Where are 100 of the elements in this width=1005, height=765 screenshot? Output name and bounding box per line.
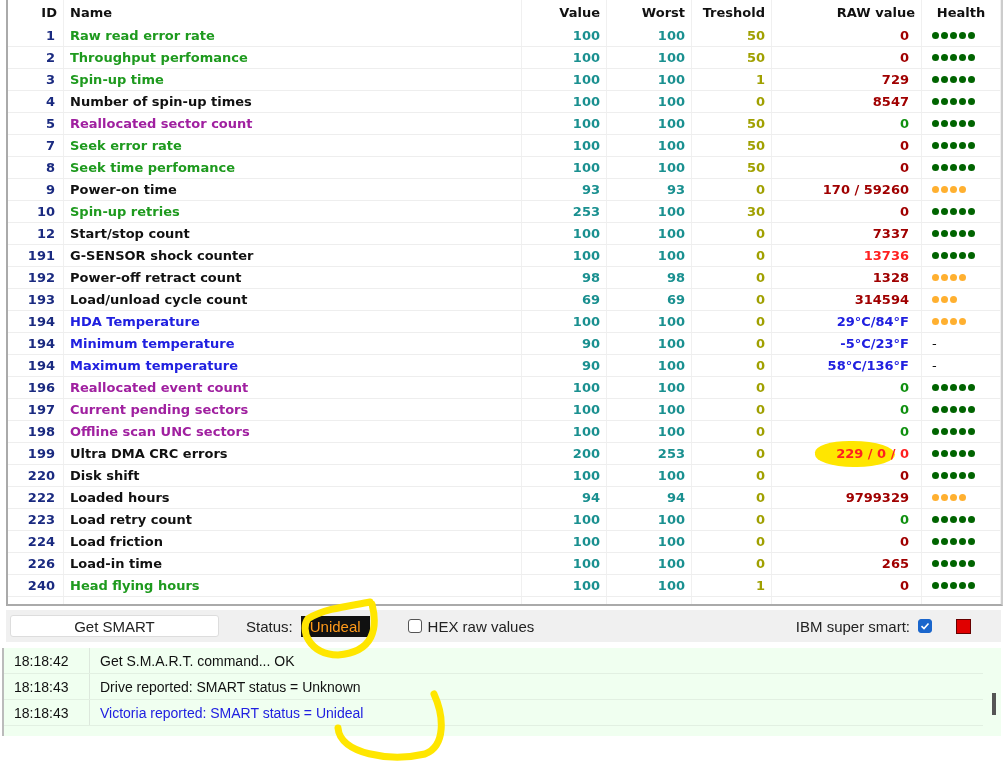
health-dot — [959, 318, 966, 325]
column-header[interactable]: Worst — [607, 0, 692, 25]
column-header[interactable]: ID — [8, 0, 64, 25]
attribute-name: Start/stop count — [64, 223, 522, 244]
worst-cell: 100 — [607, 201, 692, 222]
worst-cell: 93 — [607, 179, 692, 200]
worst-cell: 100 — [607, 377, 692, 398]
health-dot — [959, 472, 966, 479]
attribute-id: 4 — [8, 91, 64, 112]
worst-cell: 100 — [607, 47, 692, 68]
health-dot — [941, 494, 948, 501]
attribute-id: 222 — [8, 487, 64, 508]
worst-cell: 100 — [607, 355, 692, 376]
worst-cell: 100 — [607, 113, 692, 134]
value-cell: 100 — [522, 91, 607, 112]
column-header[interactable]: Treshold — [692, 0, 772, 25]
health-dot — [932, 494, 939, 501]
value-cell: 100 — [522, 69, 607, 90]
worst-cell: 98 — [607, 267, 692, 288]
threshold-cell: 50 — [692, 135, 772, 156]
value-cell: 100 — [522, 47, 607, 68]
worst-cell: 100 — [607, 223, 692, 244]
health-dot — [968, 54, 975, 61]
health-dot — [950, 560, 957, 567]
raw-value: 0 — [898, 160, 910, 175]
health-dot — [950, 472, 957, 479]
column-header[interactable]: Health — [922, 0, 1001, 25]
health-dot — [932, 32, 939, 39]
health-dot — [950, 450, 957, 457]
log-message: Victoria reported: SMART status = Unideal — [99, 704, 365, 721]
raw-value: 0 — [898, 512, 910, 527]
health-dot — [932, 120, 939, 127]
health-dot — [950, 274, 957, 281]
health-dot — [959, 428, 966, 435]
attribute-name: Power-on time — [64, 179, 522, 200]
health-dot — [941, 208, 948, 215]
attribute-id: 226 — [8, 553, 64, 574]
worst-cell: 100 — [607, 311, 692, 332]
threshold-cell: 0 — [692, 245, 772, 266]
health-dot — [941, 582, 948, 589]
attribute-name: Load friction — [64, 531, 522, 552]
attribute-id: 240 — [8, 575, 64, 596]
health-dot — [941, 318, 948, 325]
attribute-id: 196 — [8, 377, 64, 398]
value-cell: 100 — [522, 245, 607, 266]
health-dot — [968, 32, 975, 39]
health-dot — [968, 230, 975, 237]
attribute-name: G-SENSOR shock counter — [64, 245, 522, 266]
ibm-checkbox[interactable] — [918, 619, 932, 633]
health-dot — [941, 32, 948, 39]
hex-checkbox[interactable] — [407, 619, 422, 633]
health-dot — [968, 582, 975, 589]
health-dot — [959, 164, 966, 171]
worst-cell: 100 — [607, 531, 692, 552]
health-dot — [968, 164, 975, 171]
health-dot — [968, 428, 975, 435]
column-header[interactable]: Name — [64, 0, 522, 25]
threshold-cell: 0 — [692, 223, 772, 244]
health-dot — [968, 76, 975, 83]
log-time: 18:18:42 — [4, 648, 90, 673]
raw-value: 1328 — [871, 270, 910, 285]
value-cell: 100 — [522, 575, 607, 596]
value-cell: 100 — [522, 113, 607, 134]
worst-cell: 100 — [607, 509, 692, 530]
health-dot — [950, 384, 957, 391]
value-cell: 98 — [522, 267, 607, 288]
health-dot — [941, 538, 948, 545]
threshold-cell: 0 — [692, 531, 772, 552]
health-dot — [950, 120, 957, 127]
health-dot — [941, 274, 948, 281]
health-dot — [968, 142, 975, 149]
attribute-id: 8 — [8, 157, 64, 178]
attribute-id: 3 — [8, 69, 64, 90]
health-dot — [932, 516, 939, 523]
column-header[interactable]: RAW value — [772, 0, 922, 25]
raw-value: 8547 — [871, 94, 910, 109]
scrollbar-thumb[interactable] — [992, 693, 996, 715]
health-dot — [932, 164, 939, 171]
attribute-id: 224 — [8, 531, 64, 552]
column-header[interactable]: Value — [522, 0, 607, 25]
health-dot — [932, 274, 939, 281]
get-smart-button[interactable]: Get SMART — [10, 615, 219, 637]
raw-value: 0 — [898, 380, 910, 395]
value-cell: 100 — [522, 421, 607, 442]
value-cell: 100 — [522, 135, 607, 156]
threshold-cell: 30 — [692, 201, 772, 222]
worst-cell: 100 — [607, 575, 692, 596]
health-dot — [941, 54, 948, 61]
threshold-cell: 0 — [692, 421, 772, 442]
value-cell: 100 — [522, 377, 607, 398]
threshold-cell: 50 — [692, 157, 772, 178]
attribute-id: 191 — [8, 245, 64, 266]
health-dot — [932, 54, 939, 61]
raw-value: 0 — [898, 116, 910, 131]
worst-cell: 100 — [607, 245, 692, 266]
health-dot — [932, 318, 939, 325]
health-dot — [959, 98, 966, 105]
status-label: Status: — [246, 617, 293, 635]
attribute-name: Spin-up retries — [64, 201, 522, 222]
raw-value: 0 — [898, 50, 910, 65]
